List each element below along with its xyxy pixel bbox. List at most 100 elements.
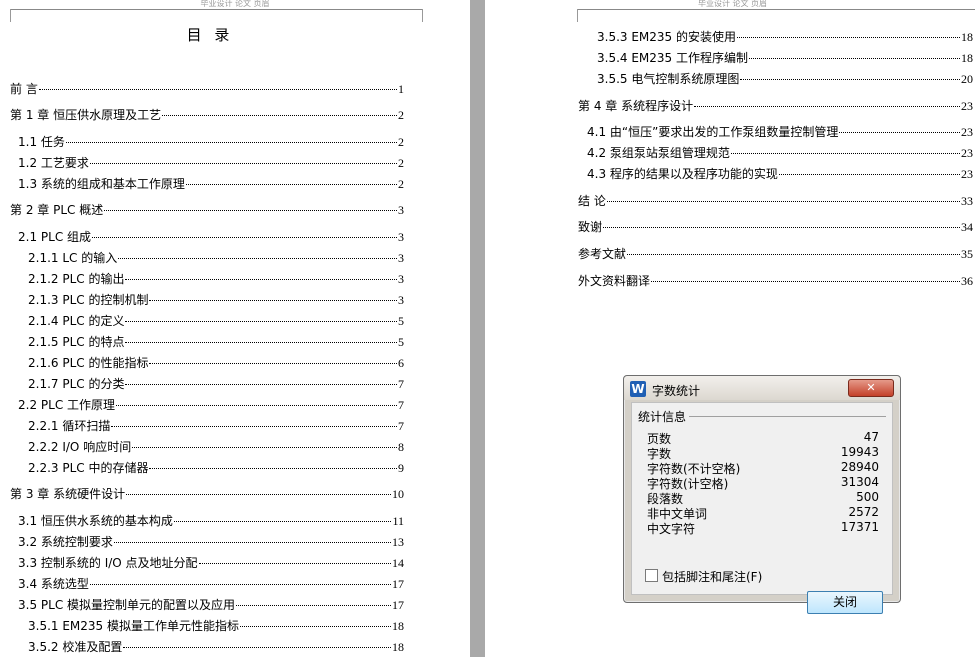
- toc-entry-label: 4.2 泵组泵站泵组管理规范: [587, 146, 730, 160]
- toc-entry[interactable]: 3.5.1 EM235 模拟量工作单元性能指标 18: [28, 617, 404, 633]
- toc-entry-page: 33: [961, 194, 973, 208]
- toc-entry[interactable]: 2.1.2 PLC 的输出 3: [28, 270, 404, 286]
- statistic-row: 段落数 500: [647, 490, 879, 506]
- toc-entry[interactable]: 4.2 泵组泵站泵组管理规范 23: [587, 144, 973, 160]
- statistic-value: 31304: [840, 475, 879, 489]
- toc-entry[interactable]: 3.4 系统选型 17: [18, 575, 404, 591]
- toc-entry-label: 3.3 控制系统的 I/O 点及地址分配: [18, 556, 198, 570]
- toc-entry[interactable]: 2.1.5 PLC 的特点 5: [28, 333, 404, 349]
- toc-entry[interactable]: 2.1.6 PLC 的性能指标 6: [28, 354, 404, 370]
- toc-entry-label: 3.1 恒压供水系统的基本构成: [18, 514, 173, 528]
- close-icon[interactable]: ✕: [848, 379, 894, 397]
- toc-entry-page: 2: [398, 177, 404, 191]
- toc-entry[interactable]: 3.5.5 电气控制系统原理图 20: [597, 70, 973, 86]
- dot-leader: [123, 646, 391, 648]
- statistic-value: 2572: [848, 505, 879, 519]
- toc-entry-page: 14: [392, 556, 404, 570]
- toc-entry[interactable]: 结 论 33: [578, 192, 973, 208]
- word-count-dialog: W 字数统计 ✕ 统计信息 页数 47 字数 19943 字符数(不计空格) 28940 字…: [623, 375, 901, 614]
- toc-entry[interactable]: 2.1.4 PLC 的定义 5: [28, 312, 404, 328]
- toc-entry-label: 3.5.3 EM235 的安装使用: [597, 30, 737, 44]
- statistics-group-label: 统计信息: [638, 408, 690, 425]
- toc-entry-page: 8: [398, 440, 404, 454]
- margin-corner-mark: [577, 9, 578, 22]
- margin-corner-mark: [422, 9, 423, 22]
- dot-leader: [606, 200, 960, 202]
- toc-entry[interactable]: 3.3 控制系统的 I/O 点及地址分配 14: [18, 554, 404, 570]
- toc-entry[interactable]: 第 3 章 系统硬件设计 10: [10, 485, 404, 501]
- dialog-title: 字数统计: [652, 384, 701, 398]
- toc-entry[interactable]: 1.3 系统的组成和基本工作原理 2: [18, 175, 404, 191]
- dot-leader: [149, 467, 397, 469]
- toc-entry[interactable]: 1.1 任务 2: [18, 133, 404, 149]
- toc-entry-label: 2.2.1 循环扫描: [28, 419, 111, 433]
- toc-entry[interactable]: 4.3 程序的结果以及程序功能的实现 23: [587, 165, 973, 181]
- toc-entry[interactable]: 4.1 由“恒压”要求出发的工作泵组数量控制管理 23: [587, 123, 973, 139]
- toc-entry[interactable]: 3.1 恒压供水系统的基本构成 11: [18, 512, 404, 528]
- toc-entry[interactable]: 3.2 系统控制要求 13: [18, 533, 404, 549]
- toc-entry[interactable]: 参考文献 35: [578, 245, 973, 261]
- dot-leader: [125, 383, 397, 385]
- dot-leader: [89, 583, 391, 585]
- toc-entry-label: 3.4 系统选型: [18, 577, 89, 591]
- toc-entry[interactable]: 2.1.3 PLC 的控制机制 3: [28, 291, 404, 307]
- statistic-value: 28940: [840, 460, 879, 474]
- dot-leader: [778, 173, 960, 175]
- dot-leader: [125, 278, 397, 280]
- statistic-value: 19943: [840, 445, 879, 459]
- statistic-value: 17371: [840, 520, 879, 534]
- toc-entry-label: 2.1.5 PLC 的特点: [28, 335, 125, 349]
- toc-entry[interactable]: 3.5 PLC 模拟量控制单元的配置以及应用 17: [18, 596, 404, 612]
- toc-entry-label: 外文资料翻译: [578, 274, 651, 288]
- toc-entry[interactable]: 第 1 章 恒压供水原理及工艺 2: [10, 106, 404, 122]
- toc-entry-page: 2: [398, 135, 404, 149]
- toc-entry-label: 前 言: [10, 82, 38, 96]
- toc-entry[interactable]: 2.1 PLC 组成 3: [18, 228, 404, 244]
- include-footnotes-label[interactable]: 包括脚注和尾注(F): [662, 568, 762, 585]
- dot-leader: [111, 425, 397, 427]
- toc-entry-page: 23: [961, 99, 973, 113]
- toc-entry[interactable]: 2.2.1 循环扫描 7: [28, 417, 404, 433]
- close-button[interactable]: 关闭: [807, 591, 883, 614]
- toc-title: 目 录: [186, 26, 234, 44]
- toc-entry[interactable]: 外文资料翻译 36: [578, 272, 973, 288]
- toc-entry[interactable]: 3.5.4 EM235 工作程序编制 18: [597, 49, 973, 65]
- toc-entry[interactable]: 2.2 PLC 工作原理 7: [18, 396, 404, 412]
- document-page-left: 毕业设计 论文 页眉 目 录 前 言1第 1 章 恒压供水原理及工艺 2 1.1 任…: [0, 0, 470, 657]
- include-footnotes-checkbox[interactable]: [645, 569, 658, 582]
- dot-leader: [89, 162, 397, 164]
- dot-leader: [149, 299, 397, 301]
- toc-entry[interactable]: 3.5.3 EM235 的安装使用 18: [597, 28, 973, 44]
- statistic-value: 47: [863, 430, 879, 444]
- toc-entry-label: 2.1.1 LC 的输入: [28, 251, 118, 265]
- toc-entry[interactable]: 第 4 章 系统程序设计 23: [578, 97, 973, 113]
- toc-entry-label: 2.1.4 PLC 的定义: [28, 314, 125, 328]
- toc-entry-label: 4.1 由“恒压”要求出发的工作泵组数量控制管理: [587, 125, 839, 139]
- toc-entry[interactable]: 2.1.7 PLC 的分类 7: [28, 375, 404, 391]
- toc-entry-label: 1.2 工艺要求: [18, 156, 89, 170]
- toc-entry[interactable]: 2.1.1 LC 的输入 3: [28, 249, 404, 265]
- toc-entry-page: 2: [398, 108, 404, 122]
- dot-leader: [125, 320, 397, 322]
- dot-leader: [162, 114, 397, 116]
- toc-entry[interactable]: 2.2.3 PLC 中的存储器 9: [28, 459, 404, 475]
- toc-entry[interactable]: 前 言 1: [10, 80, 404, 96]
- toc-entry[interactable]: 致谢 34: [578, 218, 973, 234]
- toc-entry-label: 1.3 系统的组成和基本工作原理: [18, 177, 185, 191]
- toc-entry[interactable]: 1.2 工艺要求 2: [18, 154, 404, 170]
- toc-entry-label: 参考文献: [578, 247, 627, 261]
- toc-entry[interactable]: 3.5.2 校准及配置 18: [28, 638, 404, 654]
- dot-leader: [603, 226, 960, 228]
- dot-leader: [126, 493, 391, 495]
- toc-entry-page: 3: [398, 293, 404, 307]
- page-header: 毕业设计 论文 页眉: [200, 0, 270, 8]
- toc-entry-label: 第 1 章 恒压供水原理及工艺: [10, 108, 162, 122]
- toc-entry[interactable]: 2.2.2 I/O 响应时间 8: [28, 438, 404, 454]
- dot-leader: [240, 625, 391, 627]
- toc-entry[interactable]: 第 2 章 PLC 概述 3: [10, 201, 404, 217]
- toc-entry-page: 34: [961, 220, 973, 234]
- header-rule: [10, 9, 422, 10]
- dialog-titlebar[interactable]: W 字数统计 ✕: [624, 376, 900, 400]
- toc-entry-label: 3.5 PLC 模拟量控制单元的配置以及应用: [18, 598, 236, 612]
- dot-leader: [839, 131, 960, 133]
